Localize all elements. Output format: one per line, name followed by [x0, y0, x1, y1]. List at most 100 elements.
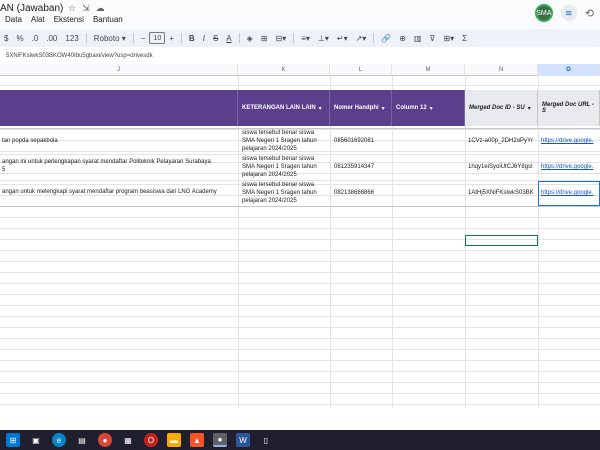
- column-header-n[interactable]: N: [465, 64, 538, 76]
- header-m-label: Column 12: [396, 105, 427, 111]
- font-name: Roboto: [93, 33, 120, 43]
- explorer-icon[interactable]: ▦: [121, 433, 135, 447]
- align-horizontal-icon[interactable]: ≡▾: [297, 31, 314, 45]
- filter-icon[interactable]: ⊽: [426, 31, 440, 45]
- column-header-l[interactable]: L: [330, 64, 392, 76]
- chrome-icon[interactable]: ●: [98, 433, 112, 447]
- column-header-k[interactable]: K: [238, 64, 330, 76]
- menu-bar: Data Alat Ekstensi Bantuan: [5, 15, 123, 24]
- cell-n-row3[interactable]: 1AtHj5XNiFKslwkS03BK: [468, 189, 538, 197]
- merge-cells-icon[interactable]: ⊟▾: [271, 31, 290, 45]
- formula-bar[interactable]: 5XNiFKslwkS03BKOW40Ibu5gbaxi/view?usp=dr…: [0, 49, 600, 63]
- menu-alat[interactable]: Alat: [31, 15, 45, 24]
- cell-k-row1[interactable]: siswa tersebut benar siswa SMA Negeri 1 …: [242, 129, 328, 153]
- dropdown-arrow-icon[interactable]: ▾: [528, 105, 531, 112]
- cell-l-row1[interactable]: 085601692081: [334, 137, 392, 145]
- insert-comment-icon[interactable]: ⊕: [395, 31, 410, 45]
- toolbar-divider: [293, 33, 295, 43]
- insert-chart-icon[interactable]: ▥: [410, 31, 426, 45]
- apps-script-icon[interactable]: ≋: [560, 5, 577, 21]
- header-k-label: KETERANGAN LAIN LAIN: [242, 105, 316, 111]
- history-icon[interactable]: ⟲: [585, 7, 594, 20]
- cell-o-row2[interactable]: https://drive.google.: [541, 163, 600, 171]
- menu-ekstensi[interactable]: Ekstensi: [54, 15, 84, 24]
- header-cell-n[interactable]: Merged Doc ID - SU ▾: [465, 90, 538, 126]
- strikethrough-button[interactable]: S: [209, 31, 222, 45]
- windows-taskbar: ⊞ ▣ e ▤ ● ▦ O ▬ ▲ ● W ▯: [0, 430, 600, 450]
- cell-j-row3[interactable]: angan untuk melengkapi syarat mendaftar …: [2, 188, 236, 196]
- chevron-down-icon: ▾: [121, 33, 126, 43]
- align-vertical-icon[interactable]: ⊥▾: [314, 31, 333, 45]
- opera-icon[interactable]: O: [144, 433, 158, 447]
- number-format-button[interactable]: 123: [61, 31, 82, 45]
- word-icon[interactable]: W: [236, 433, 250, 447]
- header-cell-o[interactable]: Merged Doc URL - S: [538, 90, 600, 126]
- cell-j-row1[interactable]: tan popda sepakbola: [2, 137, 236, 145]
- menu-bantuan[interactable]: Bantuan: [93, 15, 123, 24]
- text-rotation-icon[interactable]: ↗▾: [352, 31, 371, 45]
- decrease-decimal-button[interactable]: .0: [28, 31, 43, 45]
- cloud-status-icon[interactable]: ☁: [96, 3, 105, 14]
- filter-views-icon[interactable]: ⊞▾: [439, 31, 458, 45]
- functions-button[interactable]: Σ: [458, 31, 471, 45]
- move-icon[interactable]: ⇲: [82, 3, 90, 14]
- header-cell-k[interactable]: KETERANGAN LAIN LAIN ▾: [238, 90, 330, 126]
- cell-k-row2[interactable]: siswa tersebut benar siswa SMA Negeri 1 …: [242, 155, 328, 179]
- header-n-label: Merged Doc ID - SU: [469, 105, 525, 111]
- header-l-label: Nomer Handphi: [334, 105, 379, 111]
- toolbar: $ % .0 .00 123 Roboto ▾ − 10 + B I S A ◈…: [0, 29, 600, 47]
- cell-n-row2[interactable]: 1hqy1eiSyoiUtCJ6Y8gsI: [468, 163, 538, 171]
- dropdown-arrow-icon[interactable]: ▾: [430, 105, 433, 112]
- sheet-tabs-area: [0, 408, 600, 430]
- account-avatar[interactable]: SMA: [534, 4, 553, 22]
- fill-color-icon[interactable]: ◈: [243, 31, 257, 45]
- font-size-increase-button[interactable]: +: [165, 31, 178, 45]
- cell-l-row2[interactable]: 081235914347: [334, 163, 392, 171]
- font-size-input[interactable]: 10: [149, 32, 166, 44]
- windows-start-icon[interactable]: ⊞: [6, 433, 20, 447]
- cell-l-row3[interactable]: 082138666866: [334, 189, 392, 197]
- toolbar-divider: [180, 33, 182, 43]
- text-color-button[interactable]: A: [222, 31, 235, 45]
- active-cell-outline: [538, 181, 600, 206]
- text-wrap-icon[interactable]: ↵▾: [333, 31, 352, 45]
- row-border: [0, 206, 600, 207]
- store-icon[interactable]: ▤: [75, 433, 89, 447]
- cell-n-row1[interactable]: 1CVz-a00p_2DH2oPyYr: [468, 137, 538, 145]
- percent-format-button[interactable]: %: [12, 31, 27, 45]
- title-bar: AN (Jawaban) ☆ ⇲ ☁ Data Alat Ekstensi Ba…: [0, 0, 600, 28]
- column-header-o[interactable]: O: [538, 64, 600, 76]
- task-view-icon[interactable]: ▣: [29, 433, 43, 447]
- column-header-j[interactable]: J: [0, 64, 238, 76]
- cell-j-row2[interactable]: angan ini untuk perlengkapan syarat mend…: [2, 158, 236, 166]
- cell-o-row1[interactable]: https://drive.google.: [541, 137, 600, 145]
- menu-data[interactable]: Data: [5, 15, 22, 24]
- document-title[interactable]: AN (Jawaban): [0, 3, 63, 14]
- selected-cell[interactable]: [465, 235, 538, 246]
- dropdown-arrow-icon[interactable]: ▾: [319, 105, 322, 112]
- header-o-label: Merged Doc URL - S: [542, 102, 594, 114]
- insert-link-icon[interactable]: 🔗: [377, 31, 395, 45]
- font-select[interactable]: Roboto ▾: [90, 31, 130, 45]
- file-explorer-icon[interactable]: ▬: [167, 433, 181, 447]
- bold-button[interactable]: B: [185, 31, 199, 45]
- column-header-m[interactable]: M: [392, 64, 465, 76]
- header-cell-j[interactable]: [0, 90, 238, 126]
- toolbar-divider: [85, 33, 87, 43]
- star-icon[interactable]: ☆: [68, 3, 76, 14]
- column-headers: J K L M N O: [0, 64, 600, 76]
- brave-icon[interactable]: ▲: [190, 433, 204, 447]
- header-cell-l[interactable]: Nomer Handphi ▾: [330, 90, 392, 126]
- font-size-decrease-button[interactable]: −: [137, 31, 150, 45]
- borders-icon[interactable]: ⊞: [257, 31, 272, 45]
- header-cell-m[interactable]: Column 12 ▾: [392, 90, 465, 126]
- title-icons: ☆ ⇲ ☁: [68, 3, 105, 14]
- chrome-active-icon[interactable]: ●: [213, 433, 227, 447]
- italic-button[interactable]: I: [199, 31, 209, 45]
- document-icon[interactable]: ▯: [259, 433, 273, 447]
- dropdown-arrow-icon[interactable]: ▾: [382, 105, 385, 112]
- increase-decimal-button[interactable]: .00: [42, 31, 61, 45]
- currency-format-button[interactable]: $: [0, 31, 12, 45]
- edge-browser-icon[interactable]: e: [52, 433, 66, 447]
- cell-k-row3[interactable]: siswa tersebut benar siswa SMA Negeri 1 …: [242, 181, 328, 205]
